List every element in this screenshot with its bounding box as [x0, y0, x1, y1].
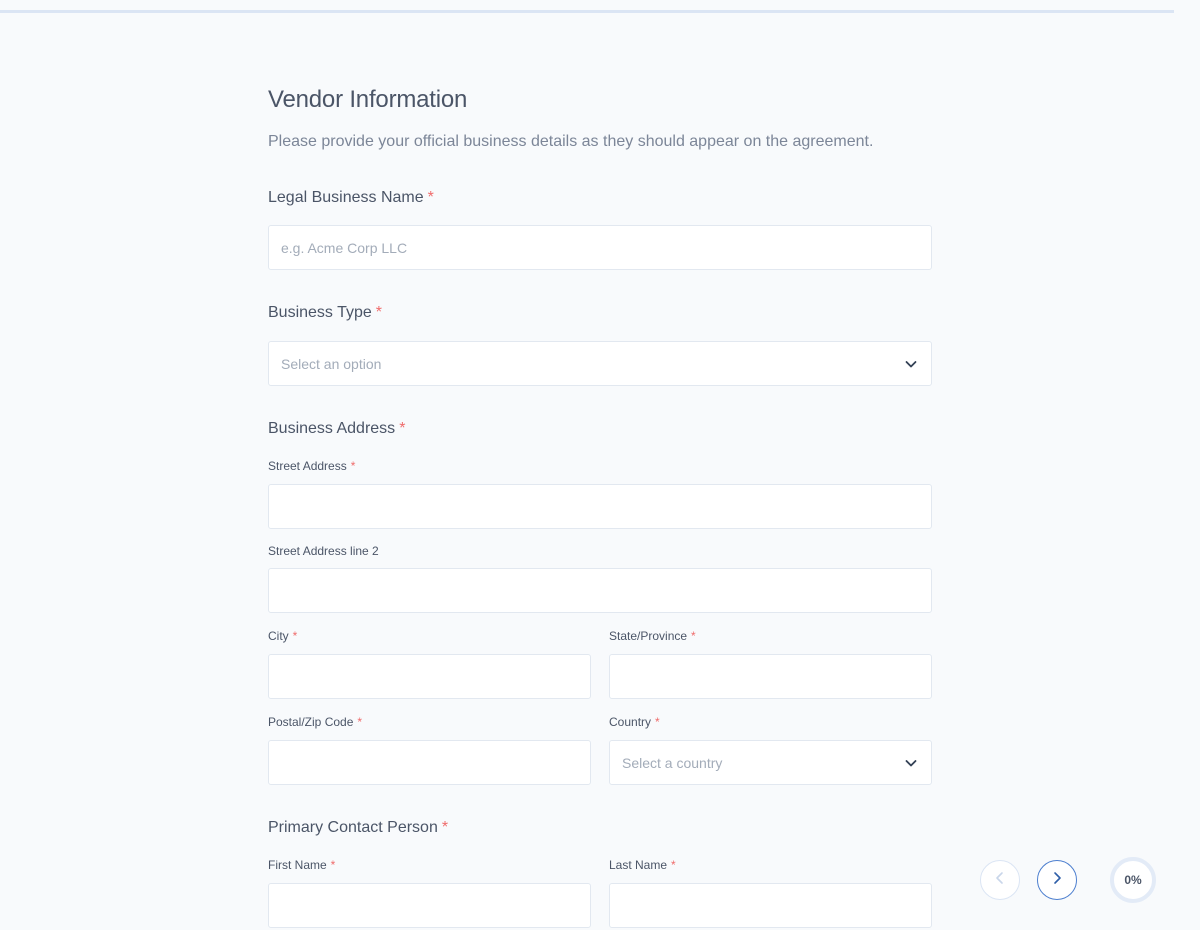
first-name-label-text: First Name — [268, 858, 327, 872]
required-marker: * — [671, 858, 676, 872]
legal-business-name-input[interactable] — [268, 225, 932, 270]
business-type-label-text: Business Type — [268, 304, 372, 321]
last-name-input[interactable] — [609, 883, 932, 928]
legal-business-name-label-text: Legal Business Name — [268, 189, 424, 206]
required-marker: * — [441, 819, 449, 836]
street-address-2-label: Street Address line 2 — [268, 544, 379, 558]
city-input[interactable] — [268, 654, 591, 699]
country-label: Country * — [609, 715, 660, 729]
business-type-selected: Select an option — [281, 355, 382, 372]
progress-label: 0% — [1124, 873, 1142, 887]
required-marker: * — [292, 629, 298, 643]
postal-code-label: Postal/Zip Code * — [268, 715, 362, 729]
state-province-label-text: State/Province — [609, 629, 688, 643]
state-province-label: State/Province * — [609, 629, 696, 643]
chevron-down-icon — [903, 356, 919, 372]
street-address-2-input[interactable] — [268, 568, 932, 613]
first-name-input[interactable] — [268, 883, 591, 928]
page: Vendor Information Please provide your o… — [0, 0, 1200, 930]
country-label-text: Country — [609, 715, 652, 729]
country-select[interactable]: Select a country — [609, 740, 932, 785]
street-address-2-label-text: Street Address line 2 — [268, 544, 379, 558]
postal-code-label-text: Postal/Zip Code — [268, 715, 354, 729]
required-marker: * — [330, 858, 336, 872]
next-button[interactable] — [1037, 860, 1077, 900]
last-name-label: Last Name * — [609, 858, 676, 872]
page-title: Vendor Information — [268, 86, 468, 113]
business-address-label: Business Address * — [268, 420, 405, 438]
previous-button[interactable] — [980, 860, 1020, 900]
street-address-input[interactable] — [268, 484, 932, 529]
business-type-label: Business Type * — [268, 304, 382, 322]
business-type-select[interactable]: Select an option — [268, 341, 932, 386]
required-marker: * — [350, 459, 356, 473]
required-marker: * — [655, 715, 660, 729]
last-name-label-text: Last Name — [609, 858, 668, 872]
city-label-text: City — [268, 629, 289, 643]
first-name-label: First Name * — [268, 858, 335, 872]
required-marker: * — [691, 629, 696, 643]
legal-business-name-label: Legal Business Name * — [268, 189, 434, 207]
country-selected: Select a country — [622, 754, 723, 771]
required-marker: * — [399, 420, 406, 437]
street-address-label: Street Address * — [268, 459, 355, 473]
chevron-right-icon — [1049, 870, 1065, 891]
postal-code-input[interactable] — [268, 740, 591, 785]
primary-contact-label: Primary Contact Person * — [268, 819, 448, 837]
progress-indicator: 0% — [1110, 857, 1156, 903]
required-marker: * — [375, 304, 382, 321]
chevron-left-icon — [992, 870, 1008, 891]
street-address-label-text: Street Address — [268, 459, 347, 473]
primary-contact-label-text: Primary Contact Person — [268, 819, 438, 836]
top-progress-bar — [0, 10, 1174, 13]
required-marker: * — [357, 715, 363, 729]
page-subtitle: Please provide your official business de… — [268, 133, 874, 150]
city-label: City * — [268, 629, 297, 643]
chevron-down-icon — [903, 755, 919, 771]
state-province-input[interactable] — [609, 654, 932, 699]
required-marker: * — [427, 189, 434, 206]
business-address-label-text: Business Address — [268, 420, 396, 437]
